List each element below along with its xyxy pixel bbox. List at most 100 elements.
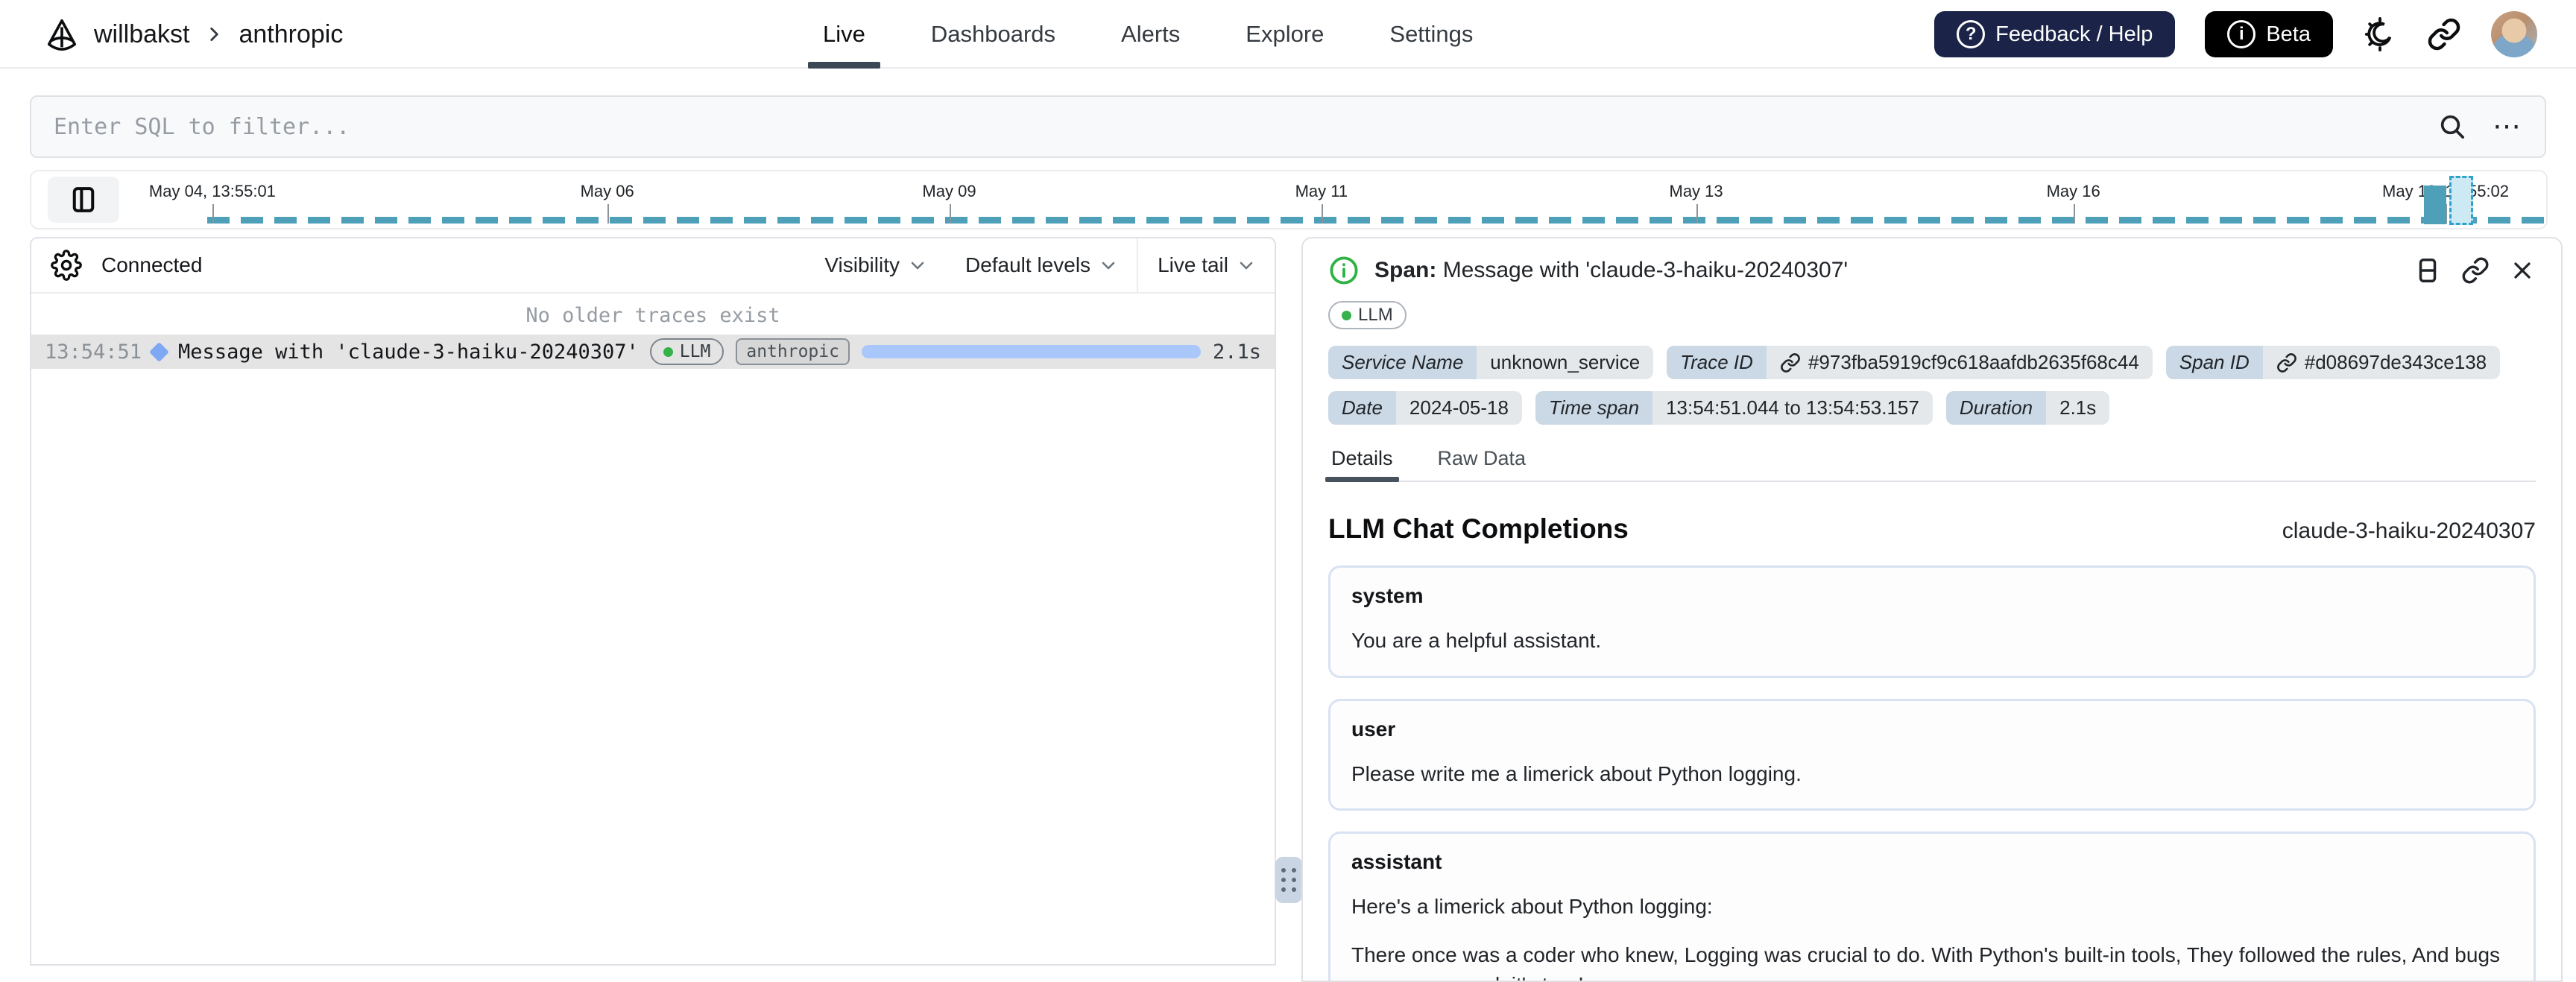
time-range-chart: May 04, 13:55:01 May 06 May 09 May 11 Ma… [30,170,2548,229]
tab-settings-label: Settings [1389,21,1474,47]
field-value: unknown_service [1477,346,1654,379]
field-value[interactable]: #973fba5919cf9c618aafdb2635f68c44 [1766,346,2153,379]
gear-icon[interactable] [51,250,82,281]
theme-toggle-button[interactable] [2363,17,2397,51]
field-value[interactable]: #d08697de343ce138 [2262,346,2501,379]
tick-label: May 04, 13:55:01 [148,182,276,200]
trace-list-header: Connected Visibility Default levels Live… [31,238,1275,294]
span-header-actions [2414,256,2536,285]
span-header: Span: Message with 'claude-3-haiku-20240… [1328,238,2536,294]
close-panel-button[interactable] [2509,257,2536,284]
tab-explore[interactable]: Explore [1241,0,1328,69]
live-tail-dropdown[interactable]: Live tail [1138,238,1275,292]
span-fields-row-2: Date 2024-05-18 Time span 13:54:51.044 t… [1328,391,2536,425]
field-trace-id: Trace ID #973fba5919cf9c618aafdb2635f68c… [1667,346,2153,379]
field-label: Trace ID [1667,346,1767,379]
time-span-value: 13:54:51.044 to 13:54:53.157 [1666,396,1919,419]
split-panel-icon [2419,259,2437,282]
timeline-tick: May 06 [581,182,634,224]
timeline-track[interactable]: May 04, 13:55:01 May 06 May 09 May 11 Ma… [31,171,2546,228]
tab-settings[interactable]: Settings [1385,0,1477,69]
tab-details-label: Details [1331,447,1393,469]
field-label: Time span [1535,391,1653,425]
timeline-tick: May 16 [2047,182,2100,224]
span-type-badges: LLM [1328,301,2536,329]
field-date: Date 2024-05-18 [1328,391,1522,425]
tab-raw-data[interactable]: Raw Data [1435,447,1530,481]
llm-section-header: LLM Chat Completions claude-3-haiku-2024… [1328,513,2536,545]
field-label: Date [1328,391,1396,425]
tick-label: May 11 [1295,182,1348,200]
trace-list-panel: Connected Visibility Default levels Live… [30,237,1276,966]
message-role: system [1351,584,1424,607]
sidebar-toggle-button[interactable] [48,177,119,223]
field-time-span: Time span 13:54:51.044 to 13:54:53.157 [1535,391,1933,425]
timeline-histogram-bar [2424,186,2446,224]
duration-bar [861,345,1201,358]
link-icon [2276,352,2296,373]
copy-link-button[interactable] [2461,256,2490,285]
message-content-2: There once was a coder who knew, Logging… [1351,943,2501,981]
message-card-user: user Please write me a limerick about Py… [1328,698,2536,811]
message-card-system: system You are a helpful assistant. [1328,566,2536,678]
no-older-traces-message: No older traces exist [525,304,780,327]
tab-alerts-label: Alerts [1121,21,1181,47]
main-nav-tabs: Live Dashboards Alerts Explore Settings [808,0,1477,69]
field-span-id: Span ID #d08697de343ce138 [2165,346,2501,379]
nav-right-cluster: ? Feedback / Help i Beta [1934,0,2537,69]
trace-duration: 2.1s [1212,340,1261,364]
section-title: LLM Chat Completions [1328,513,1629,544]
tab-details[interactable]: Details [1325,447,1399,482]
feedback-help-button[interactable]: ? Feedback / Help [1934,11,2176,57]
message-content: You are a helpful assistant. [1351,629,1602,652]
beta-label: Beta [2266,22,2311,46]
tab-dashboards[interactable]: Dashboards [926,0,1060,69]
field-value: 13:54:51.044 to 13:54:53.157 [1652,391,1933,425]
live-tail-label: Live tail [1158,253,1228,276]
split-view-button[interactable] [2414,256,2442,285]
tick-label: May 06 [580,182,634,200]
llm-status-dot [1342,310,1351,320]
info-icon: i [2227,20,2256,48]
sql-filter-input[interactable] [54,113,2437,140]
tab-alerts[interactable]: Alerts [1117,0,1184,69]
tab-live[interactable]: Live [808,0,880,69]
breadcrumb-project[interactable]: anthropic [239,20,343,49]
span-title: Span: Message with 'claude-3-haiku-20240… [1374,258,1848,283]
message-content: Please write me a limerick about Python … [1351,761,1802,785]
source-badge: anthropic [736,338,850,365]
default-levels-dropdown[interactable]: Default levels [946,238,1137,292]
breadcrumb-org[interactable]: willbakst [94,20,189,49]
link-icon [2462,257,2489,284]
user-avatar[interactable] [2491,11,2537,57]
span-detail-panel: Span: Message with 'claude-3-haiku-20240… [1301,237,2563,982]
trace-id-value: #973fba5919cf9c618aafdb2635f68c44 [1808,351,2139,373]
resizer-grip-handle[interactable] [1275,857,1302,903]
span-id-value: #d08697de343ce138 [2304,351,2487,373]
question-icon: ? [1957,20,1986,48]
top-nav: willbakst anthropic Live Dashboards Aler… [0,0,2576,69]
feedback-help-label: Feedback / Help [1995,22,2153,46]
llm-badge: LLM [1328,301,1407,329]
tab-live-label: Live [823,21,865,47]
timeline-selection-region[interactable] [2449,176,2473,225]
trace-list-controls: Visibility Default levels Live tail [805,238,1275,292]
span-title-label: Span: [1374,258,1437,282]
link-icon [2428,18,2460,51]
message-card-assistant: assistant Here's a limerick about Python… [1328,831,2536,981]
app: willbakst anthropic Live Dashboards Aler… [0,0,2576,982]
beta-button[interactable]: i Beta [2205,11,2333,57]
share-link-button[interactable] [2427,17,2461,51]
trace-row[interactable]: 13:54:51 Message with 'claude-3-haiku-20… [31,335,1275,369]
trace-message: Message with 'claude-3-haiku-20240307' [178,340,639,364]
panel-resizer[interactable] [1275,237,1302,966]
visibility-dropdown[interactable]: Visibility [805,238,946,292]
tick-label: May 16 [2046,182,2100,200]
app-logo-icon[interactable] [45,17,79,51]
sql-filter-bar: ⋯ [30,95,2546,158]
search-icon[interactable] [2437,112,2467,142]
connection-status: Connected [101,253,203,276]
chevron-down-icon [911,262,924,270]
tick-label: May 09 [922,182,976,200]
more-options-icon[interactable]: ⋯ [2493,113,2522,141]
